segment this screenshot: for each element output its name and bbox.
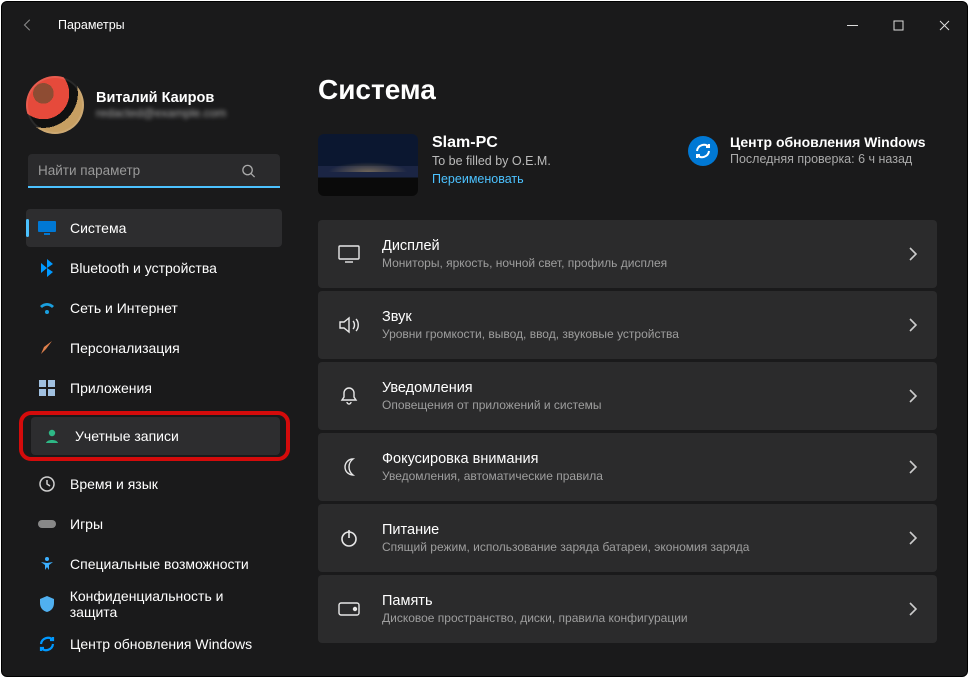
sidebar-item-label: Центр обновления Windows	[70, 636, 252, 652]
sidebar-item-label: Игры	[70, 516, 103, 532]
moon-icon	[338, 457, 360, 477]
storage-icon	[338, 602, 360, 616]
accessibility-icon	[38, 555, 56, 573]
profile-name: Виталий Каиров	[96, 90, 226, 106]
maximize-button[interactable]	[875, 2, 921, 48]
display-icon	[338, 245, 360, 263]
power-icon	[338, 528, 360, 548]
device-summary-row: Slam-PC To be filled by O.E.M. Переимено…	[318, 134, 937, 196]
device-tile[interactable]: Slam-PC To be filled by O.E.M. Переимено…	[318, 134, 678, 196]
card-title: Дисплей	[382, 238, 886, 254]
card-title: Звук	[382, 309, 886, 325]
content-area: Система Slam-PC To be filled by O.E.M. П…	[304, 48, 967, 676]
sidebar-item-label: Приложения	[70, 380, 152, 396]
sidebar-item-label: Bluetooth и устройства	[70, 260, 217, 276]
close-button[interactable]	[921, 2, 967, 48]
chevron-right-icon	[908, 389, 917, 403]
search-icon	[241, 164, 256, 179]
card-desc: Оповещения от приложений и системы	[382, 398, 886, 412]
profile-email: redacted@example.com	[96, 106, 226, 120]
card-notifications[interactable]: Уведомления Оповещения от приложений и с…	[318, 362, 937, 430]
sidebar-item-time[interactable]: Время и язык	[26, 465, 282, 503]
sidebar-item-bluetooth[interactable]: Bluetooth и устройства	[26, 249, 282, 287]
clock-icon	[38, 475, 56, 493]
device-name: Slam-PC	[432, 134, 551, 152]
card-storage[interactable]: Память Дисковое пространство, диски, пра…	[318, 575, 937, 643]
system-card-list: Дисплей Мониторы, яркость, ночной свет, …	[318, 220, 937, 643]
window-title: Параметры	[58, 18, 125, 32]
sidebar-item-personalization[interactable]: Персонализация	[26, 329, 282, 367]
sidebar-item-label: Время и язык	[70, 476, 158, 492]
chevron-right-icon	[908, 318, 917, 332]
titlebar: Параметры	[2, 2, 967, 48]
sidebar-item-label: Специальные возможности	[70, 556, 249, 572]
rename-link[interactable]: Переименовать	[432, 172, 551, 186]
search-box	[28, 154, 282, 188]
sync-icon	[688, 136, 718, 166]
card-title: Память	[382, 593, 886, 609]
person-icon	[43, 427, 61, 445]
shield-icon	[38, 595, 56, 613]
sidebar-item-label: Учетные записи	[75, 428, 179, 444]
card-desc: Дисковое пространство, диски, правила ко…	[382, 611, 886, 625]
card-desc: Уровни громкости, вывод, ввод, звуковые …	[382, 327, 886, 341]
sidebar-item-accounts[interactable]: Учетные записи	[31, 417, 280, 455]
sidebar-item-label: Конфиденциальность и защита	[70, 588, 272, 620]
back-button[interactable]	[16, 2, 40, 48]
card-desc: Уведомления, автоматические правила	[382, 469, 886, 483]
card-title: Фокусировка внимания	[382, 451, 886, 467]
card-focus-assist[interactable]: Фокусировка внимания Уведомления, автома…	[318, 433, 937, 501]
card-title: Уведомления	[382, 380, 886, 396]
sidebar-item-label: Персонализация	[70, 340, 180, 356]
update-title: Центр обновления Windows	[730, 134, 926, 150]
card-power[interactable]: Питание Спящий режим, использование заря…	[318, 504, 937, 572]
sidebar-item-privacy[interactable]: Конфиденциальность и защита	[26, 585, 282, 623]
settings-window: Параметры Виталий Каиров redacted@exampl…	[1, 1, 968, 677]
card-sound[interactable]: Звук Уровни громкости, вывод, ввод, звук…	[318, 291, 937, 359]
chevron-right-icon	[908, 247, 917, 261]
bluetooth-icon	[38, 259, 56, 277]
sidebar-item-update[interactable]: Центр обновления Windows	[26, 625, 282, 663]
bell-icon	[338, 386, 360, 406]
minimize-button[interactable]	[829, 2, 875, 48]
sidebar-item-gaming[interactable]: Игры	[26, 505, 282, 543]
sync-icon	[38, 635, 56, 653]
avatar	[26, 76, 84, 134]
gamepad-icon	[38, 515, 56, 533]
highlight-annotation: Учетные записи	[19, 411, 290, 461]
chevron-right-icon	[908, 460, 917, 474]
sound-icon	[338, 316, 360, 334]
card-title: Питание	[382, 522, 886, 538]
page-title: Система	[318, 74, 937, 106]
sidebar-item-label: Система	[70, 220, 126, 236]
brush-icon	[38, 339, 56, 357]
card-display[interactable]: Дисплей Мониторы, яркость, ночной свет, …	[318, 220, 937, 288]
update-tile[interactable]: Центр обновления Windows Последняя прове…	[688, 134, 937, 196]
update-last-check: Последняя проверка: 6 ч назад	[730, 152, 926, 166]
chevron-right-icon	[908, 602, 917, 616]
device-image	[318, 134, 418, 196]
sidebar-item-accessibility[interactable]: Специальные возможности	[26, 545, 282, 583]
chevron-right-icon	[908, 531, 917, 545]
wifi-icon	[38, 299, 56, 317]
sidebar-item-network[interactable]: Сеть и Интернет	[26, 289, 282, 327]
sidebar-item-apps[interactable]: Приложения	[26, 369, 282, 407]
card-desc: Спящий режим, использование заряда батар…	[382, 540, 886, 554]
device-oem: To be filled by O.E.M.	[432, 154, 551, 168]
sidebar: Виталий Каиров redacted@example.com Сист…	[2, 48, 304, 676]
card-desc: Мониторы, яркость, ночной свет, профиль …	[382, 256, 886, 270]
monitor-icon	[38, 219, 56, 237]
sidebar-item-label: Сеть и Интернет	[70, 300, 178, 316]
apps-icon	[38, 379, 56, 397]
sidebar-item-system[interactable]: Система	[26, 209, 282, 247]
profile-block[interactable]: Виталий Каиров redacted@example.com	[26, 76, 296, 134]
